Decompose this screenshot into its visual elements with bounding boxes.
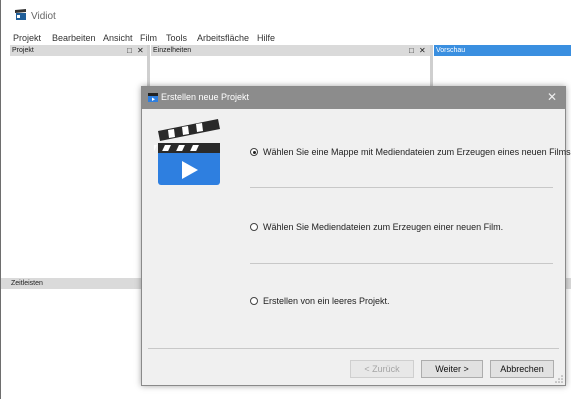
dialog-title: Erstellen neue Projekt — [161, 92, 250, 102]
option-empty-label: Erstellen von ein leeres Projekt. — [263, 296, 390, 306]
clapperboard-icon — [148, 93, 158, 102]
menu-bearbeiten[interactable]: Bearbeiten — [52, 33, 96, 43]
pane-title-zeitleisten: Zeitleisten — [11, 280, 43, 287]
close-icon[interactable]: ✕ — [419, 45, 426, 56]
option-files-label: Wählen Sie Mediendateien zum Erzeugen ei… — [263, 222, 504, 232]
menu-bar: Projekt Bearbeiten Ansicht Film Tools Ar… — [1, 32, 571, 45]
pane-header-vorschau: Vorschau — [434, 45, 571, 56]
menu-arbeitsflaeche[interactable]: Arbeitsfläche — [197, 33, 249, 43]
option-folder-label: Wählen Sie eine Mappe mit Mediendateien … — [263, 147, 571, 157]
menu-film[interactable]: Film — [140, 33, 157, 43]
window-frame — [0, 0, 1, 399]
divider — [148, 348, 559, 349]
dialog-titlebar: Erstellen neue Projekt ✕ — [142, 87, 565, 109]
menu-tools[interactable]: Tools — [166, 33, 187, 43]
close-icon[interactable]: ✕ — [547, 90, 557, 104]
menu-hilfe[interactable]: Hilfe — [257, 33, 275, 43]
menu-projekt[interactable]: Projekt — [13, 33, 41, 43]
radio-files[interactable] — [250, 223, 258, 231]
resize-grip-icon[interactable] — [555, 375, 563, 383]
next-button[interactable]: Weiter > — [421, 360, 483, 378]
app-title: Vidiot — [31, 11, 56, 22]
back-button[interactable]: < Zurück — [350, 360, 414, 378]
film-app-icon — [15, 9, 26, 20]
divider — [250, 263, 553, 264]
close-icon[interactable]: ✕ — [137, 45, 144, 56]
pane-title-projekt: Projekt — [12, 47, 34, 54]
clapperboard-icon — [154, 119, 220, 185]
maximize-icon[interactable]: □ — [409, 45, 414, 56]
pane-header-einzelheiten: Einzelheiten □ ✕ — [151, 45, 430, 56]
divider — [250, 187, 553, 188]
radio-folder[interactable] — [250, 148, 258, 156]
radio-empty[interactable] — [250, 297, 258, 305]
menu-ansicht[interactable]: Ansicht — [103, 33, 133, 43]
pane-header-projekt: Projekt □ ✕ — [10, 45, 147, 56]
pane-title-einzelheiten: Einzelheiten — [153, 47, 192, 54]
cancel-button[interactable]: Abbrechen — [490, 360, 554, 378]
new-project-dialog: Erstellen neue Projekt ✕ Wählen Sie eine… — [141, 86, 571, 386]
maximize-icon[interactable]: □ — [127, 45, 132, 56]
pane-title-vorschau: Vorschau — [436, 47, 466, 54]
app-titlebar: Vidiot — [1, 0, 571, 32]
